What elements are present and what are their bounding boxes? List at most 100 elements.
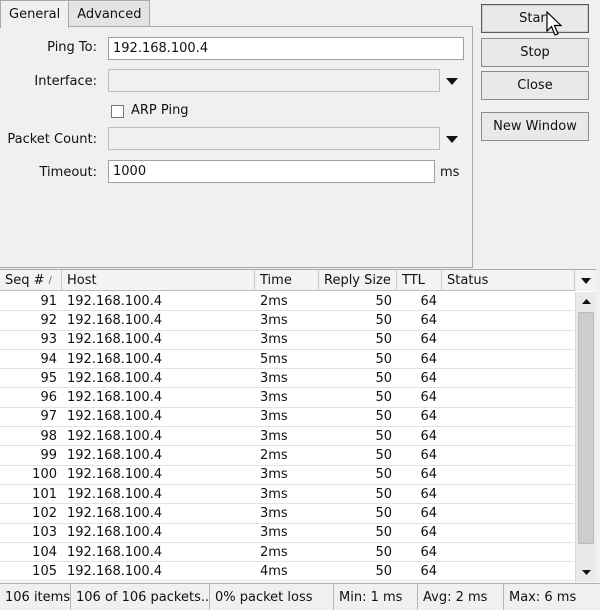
ping-to-input[interactable]: 192.168.100.4 (108, 37, 464, 60)
tab-general[interactable]: General (0, 0, 70, 28)
status-items: 106 items (0, 584, 71, 610)
cell-size: 50 (375, 409, 392, 425)
status-bar: 106 items 106 of 106 packets... 0% packe… (0, 583, 600, 610)
interface-select[interactable] (108, 69, 440, 92)
scroll-down-icon[interactable] (576, 564, 596, 581)
cell-seq: 94 (40, 351, 57, 367)
cell-host: 192.168.100.4 (67, 390, 163, 406)
new-window-button[interactable]: New Window (481, 112, 589, 141)
table-row[interactable]: 94 192.168.100.4 5ms 50 64 (0, 350, 574, 370)
packet-count-select[interactable] (108, 127, 440, 150)
table-row[interactable]: 105 192.168.100.4 4ms 50 64 (0, 562, 574, 582)
cell-seq: 98 (40, 428, 57, 444)
cell-size: 50 (375, 428, 392, 444)
cell-host: 192.168.100.4 (67, 544, 163, 560)
cell-size: 50 (375, 370, 392, 386)
cell-time: 3ms (260, 525, 288, 541)
interface-label: Interface: (34, 74, 97, 89)
table-row[interactable]: 98 192.168.100.4 3ms 50 64 (0, 427, 574, 447)
status-min: Min: 1 ms (334, 584, 418, 610)
cell-host: 192.168.100.4 (67, 293, 163, 309)
mouse-pointer-icon (546, 11, 563, 36)
table-row[interactable]: 96 192.168.100.4 3ms 50 64 (0, 388, 574, 408)
stop-button[interactable]: Stop (481, 38, 589, 67)
cell-host: 192.168.100.4 (67, 409, 163, 425)
cell-status (442, 350, 574, 368)
cell-status (442, 408, 574, 426)
table-row[interactable]: 100 192.168.100.4 3ms 50 64 (0, 466, 574, 485)
col-time[interactable]: Time (255, 270, 319, 291)
col-ttl[interactable]: TTL (397, 270, 442, 291)
cell-size: 50 (375, 332, 392, 348)
cell-ttl: 64 (420, 390, 437, 406)
timeout-input[interactable]: 1000 (108, 160, 435, 183)
cell-ttl: 64 (420, 544, 437, 560)
col-host[interactable]: Host (62, 270, 255, 291)
cell-time: 3ms (260, 370, 288, 386)
cell-time: 3ms (260, 486, 288, 502)
cell-seq: 102 (32, 505, 57, 521)
status-packets: 106 of 106 packets... (71, 584, 210, 610)
cell-seq: 96 (40, 390, 57, 406)
cell-status (442, 562, 574, 580)
cell-status (442, 543, 574, 561)
table-row[interactable]: 103 192.168.100.4 3ms 50 64 (0, 524, 574, 543)
cell-host: 192.168.100.4 (67, 486, 163, 502)
cell-status (442, 331, 574, 349)
column-menu-icon[interactable] (574, 270, 596, 291)
cell-status (442, 369, 574, 387)
cell-time: 3ms (260, 409, 288, 425)
close-button[interactable]: Close (481, 71, 589, 100)
ping-results-table: Seq # / Host Time Reply Size TTL Status … (0, 269, 596, 582)
col-reply-size[interactable]: Reply Size (319, 270, 397, 291)
cell-seq: 105 (32, 563, 57, 579)
col-seq[interactable]: Seq # / (0, 270, 62, 291)
cell-host: 192.168.100.4 (67, 332, 163, 348)
table-row[interactable]: 99 192.168.100.4 2ms 50 64 (0, 446, 574, 466)
scrollbar-thumb[interactable] (578, 312, 594, 544)
cell-host: 192.168.100.4 (67, 312, 163, 328)
table-row[interactable]: 92 192.168.100.4 3ms 50 64 (0, 311, 574, 331)
cell-time: 5ms (260, 351, 288, 367)
vertical-scrollbar[interactable] (575, 292, 596, 582)
cell-status (442, 292, 574, 310)
cell-host: 192.168.100.4 (67, 467, 163, 483)
cell-ttl: 64 (420, 505, 437, 521)
tab-advanced[interactable]: Advanced (68, 0, 151, 27)
cell-seq: 91 (40, 293, 57, 309)
table-row[interactable]: 97 192.168.100.4 3ms 50 64 (0, 408, 574, 428)
cell-size: 50 (375, 544, 392, 560)
cell-ttl: 64 (420, 428, 437, 444)
cell-size: 50 (375, 505, 392, 521)
cell-status (442, 388, 574, 406)
table-row[interactable]: 101 192.168.100.4 3ms 50 64 (0, 485, 574, 505)
table-header: Seq # / Host Time Reply Size TTL Status (0, 270, 596, 291)
ping-to-label: Ping To: (47, 40, 97, 55)
table-row[interactable]: 93 192.168.100.4 3ms 50 64 (0, 331, 574, 350)
cell-size: 50 (375, 293, 392, 309)
cell-size: 50 (375, 467, 392, 483)
tab-bar: General Advanced (0, 0, 151, 28)
status-packet-loss: 0% packet loss (210, 584, 334, 610)
cell-ttl: 64 (420, 293, 437, 309)
cell-seq: 95 (40, 370, 57, 386)
cell-size: 50 (375, 525, 392, 541)
table-row[interactable]: 104 192.168.100.4 2ms 50 64 (0, 543, 574, 563)
cell-seq: 92 (40, 312, 57, 328)
chevron-down-icon[interactable] (446, 136, 458, 143)
col-status[interactable]: Status (442, 270, 574, 291)
table-row[interactable]: 95 192.168.100.4 3ms 50 64 (0, 369, 574, 389)
cell-ttl: 64 (420, 312, 437, 328)
cell-seq: 97 (40, 409, 57, 425)
cell-status (442, 504, 574, 522)
cell-status (442, 311, 574, 329)
col-seq-label: Seq # (5, 273, 45, 288)
cell-size: 50 (375, 312, 392, 328)
cell-size: 50 (375, 390, 392, 406)
start-button[interactable]: Start (481, 4, 589, 33)
arp-ping-checkbox[interactable] (111, 105, 124, 118)
scroll-up-icon[interactable] (576, 293, 596, 310)
table-row[interactable]: 91 192.168.100.4 2ms 50 64 (0, 292, 574, 312)
chevron-down-icon[interactable] (446, 78, 458, 85)
table-row[interactable]: 102 192.168.100.4 3ms 50 64 (0, 504, 574, 524)
